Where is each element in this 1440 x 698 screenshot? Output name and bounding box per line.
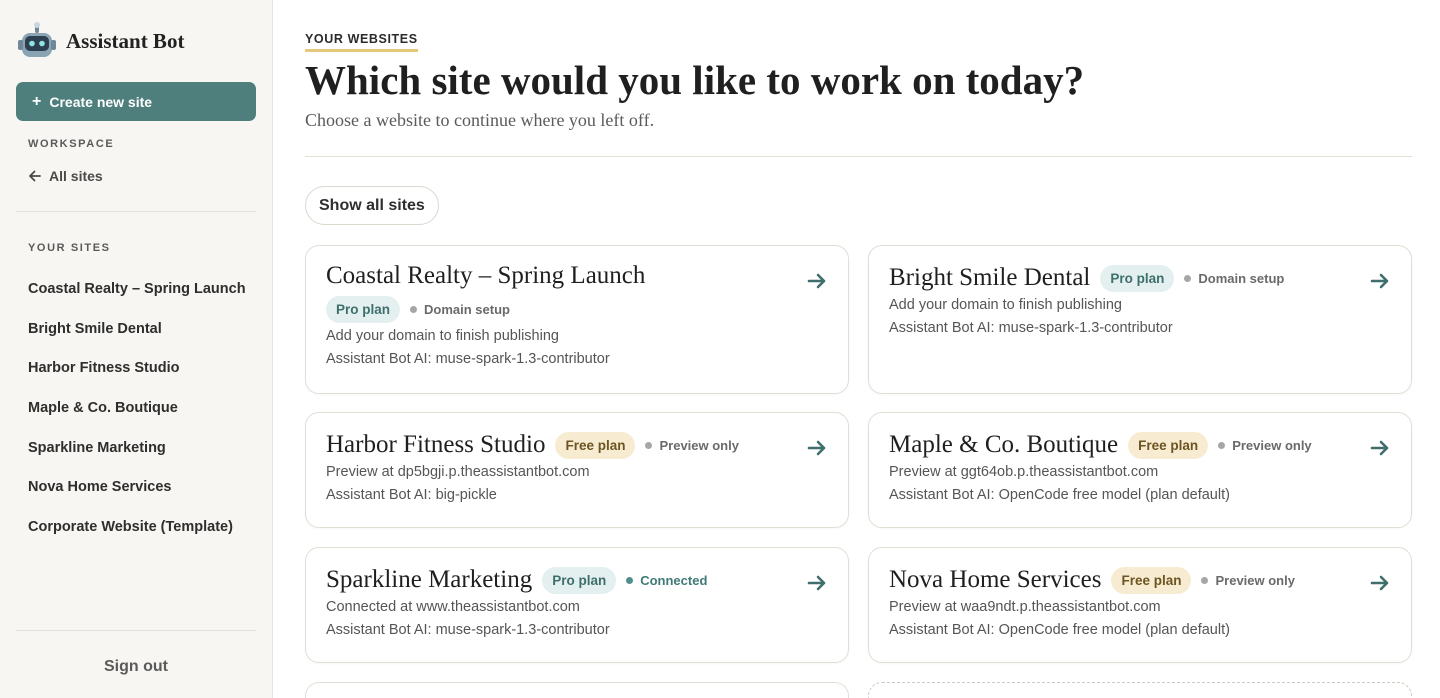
status-label: Domain setup xyxy=(1198,270,1285,286)
plan-badge: Free plan xyxy=(1128,431,1209,459)
site-card-coastal-realty[interactable]: Coastal Realty – Spring Launch Pro plan … xyxy=(305,245,849,394)
arrow-right-icon[interactable] xyxy=(806,572,828,594)
plan-badge: Free plan xyxy=(1111,566,1192,594)
site-list: Coastal Realty – Spring Launch Bright Sm… xyxy=(28,269,250,547)
sidebar-item-nova-home-services[interactable]: Nova Home Services xyxy=(28,467,250,507)
create-new-site-button[interactable]: + Create new site xyxy=(16,82,256,121)
sidebar: Assistant Bot + Create new site WORKSPAC… xyxy=(0,0,273,698)
status-indicator: Preview only xyxy=(1218,437,1312,453)
site-card-harbor-fitness[interactable]: Harbor Fitness Studio Free plan Preview … xyxy=(305,412,849,528)
plan-badge: Free plan xyxy=(555,431,636,459)
site-card-detail: Connected at www.theassistantbot.com xyxy=(326,599,580,615)
create-new-site-label: Create new site xyxy=(49,93,153,110)
status-label: Domain setup xyxy=(424,302,510,317)
site-card-ai-model: Assistant Bot AI: big-pickle xyxy=(326,487,497,503)
page-subtitle: Choose a website to continue where you l… xyxy=(305,110,655,130)
site-card-detail: Preview at dp5bgji.p.theassistantbot.com xyxy=(326,464,590,480)
site-card-maple-boutique[interactable]: Maple & Co. Boutique Free plan Preview o… xyxy=(868,412,1412,528)
sidebar-item-label: Maple & Co. Boutique xyxy=(28,399,178,416)
site-card-nova-home-services[interactable]: Nova Home Services Free plan Preview onl… xyxy=(868,547,1412,663)
site-card-ai-model: Assistant Bot AI: OpenCode free model (p… xyxy=(889,622,1230,638)
sidebar-item-label: Coastal Realty – Spring Launch xyxy=(28,280,246,297)
status-dot xyxy=(1201,576,1209,584)
all-sites-link[interactable]: All sites xyxy=(28,168,103,184)
status-label: Preview only xyxy=(1232,437,1312,453)
plan-badge: Pro plan xyxy=(542,566,617,594)
site-card-detail: Preview at waa9ndt.p.theassistantbot.com xyxy=(889,599,1161,615)
sidebar-item-harbor-fitness[interactable]: Harbor Fitness Studio xyxy=(28,348,250,388)
site-card-title: Maple & Co. Boutique xyxy=(889,431,1119,458)
sidebar-item-label: Bright Smile Dental xyxy=(28,320,162,337)
sidebar-item-label: Sparkline Marketing xyxy=(28,439,166,456)
site-card-title: Harbor Fitness Studio xyxy=(326,431,546,458)
sidebar-item-coastal-realty[interactable]: Coastal Realty – Spring Launch xyxy=(28,269,250,309)
app-name: Assistant Bot xyxy=(66,28,185,53)
arrow-right-icon[interactable] xyxy=(1369,437,1391,459)
arrow-right-icon[interactable] xyxy=(1369,270,1391,292)
status-label: Connected xyxy=(640,572,708,588)
add-site-card-partial[interactable] xyxy=(868,682,1412,698)
site-card-detail: Add your domain to finish publishing xyxy=(889,297,1122,313)
site-card-title: Coastal Realty – Spring Launch xyxy=(326,262,646,289)
site-card-title: Nova Home Services xyxy=(889,566,1102,593)
site-card-ai-model: Assistant Bot AI: OpenCode free model (p… xyxy=(889,487,1230,503)
status-indicator: Preview only xyxy=(1201,572,1295,588)
arrow-right-icon[interactable] xyxy=(806,437,828,459)
page-title: Which site would you like to work on tod… xyxy=(305,57,1085,103)
site-card-ai-model: Assistant Bot AI: muse-spark-1.3-contrib… xyxy=(326,622,610,638)
show-all-sites-button[interactable]: Show all sites xyxy=(305,186,439,225)
sidebar-item-bright-smile-dental[interactable]: Bright Smile Dental xyxy=(28,309,250,349)
status-dot xyxy=(645,441,653,449)
site-card-ai-model: Assistant Bot AI: muse-spark-1.3-contrib… xyxy=(889,320,1173,336)
status-label: Preview only xyxy=(1215,572,1295,588)
arrow-right-icon[interactable] xyxy=(806,270,828,292)
site-card-partial[interactable] xyxy=(305,682,849,698)
sidebar-divider xyxy=(16,630,256,631)
eyebrow-label: YOUR WEBSITES xyxy=(305,32,418,52)
site-card-detail: Add your domain to finish publishing xyxy=(326,328,559,344)
sidebar-divider xyxy=(16,211,256,212)
your-sites-label: YOUR SITES xyxy=(28,242,111,254)
status-indicator: Domain setup xyxy=(410,302,510,317)
status-dot xyxy=(410,306,418,313)
sidebar-item-label: Harbor Fitness Studio xyxy=(28,360,180,377)
plan-badge: Pro plan xyxy=(1100,264,1175,292)
arrow-right-icon[interactable] xyxy=(1369,572,1391,594)
workspace-label: WORKSPACE xyxy=(28,138,115,150)
site-card-detail: Preview at ggt64ob.p.theassistantbot.com xyxy=(889,464,1159,480)
status-indicator: Preview only xyxy=(645,437,739,453)
sidebar-item-label: Nova Home Services xyxy=(28,479,172,496)
status-dot xyxy=(1218,441,1226,449)
sign-out-button[interactable]: Sign out xyxy=(0,658,272,676)
main-divider xyxy=(305,156,1412,157)
site-card-bright-smile-dental[interactable]: Bright Smile Dental Pro plan Domain setu… xyxy=(868,245,1412,394)
status-label: Preview only xyxy=(659,437,739,453)
status-indicator: Domain setup xyxy=(1184,271,1284,286)
all-sites-label: All sites xyxy=(49,168,103,184)
site-card-title: Sparkline Marketing xyxy=(326,566,533,593)
plan-badge: Pro plan xyxy=(326,296,401,323)
sidebar-item-maple-boutique[interactable]: Maple & Co. Boutique xyxy=(28,388,250,428)
sidebar-item-corporate-website[interactable]: Corporate Website (Template) xyxy=(28,507,250,547)
robot-icon xyxy=(18,22,56,57)
arrow-left-icon xyxy=(29,170,41,182)
site-card-sparkline-marketing[interactable]: Sparkline Marketing Pro plan Connected C… xyxy=(305,547,849,663)
brand[interactable]: Assistant Bot xyxy=(16,20,184,62)
site-card-title: Bright Smile Dental xyxy=(889,264,1091,291)
sidebar-item-label: Corporate Website (Template) xyxy=(28,518,233,535)
status-dot xyxy=(626,576,634,584)
site-card-ai-model: Assistant Bot AI: muse-spark-1.3-contrib… xyxy=(326,351,610,367)
status-indicator: Connected xyxy=(626,573,707,588)
status-dot xyxy=(1184,274,1192,282)
plus-icon: + xyxy=(32,92,42,110)
sidebar-item-sparkline-marketing[interactable]: Sparkline Marketing xyxy=(28,428,250,468)
